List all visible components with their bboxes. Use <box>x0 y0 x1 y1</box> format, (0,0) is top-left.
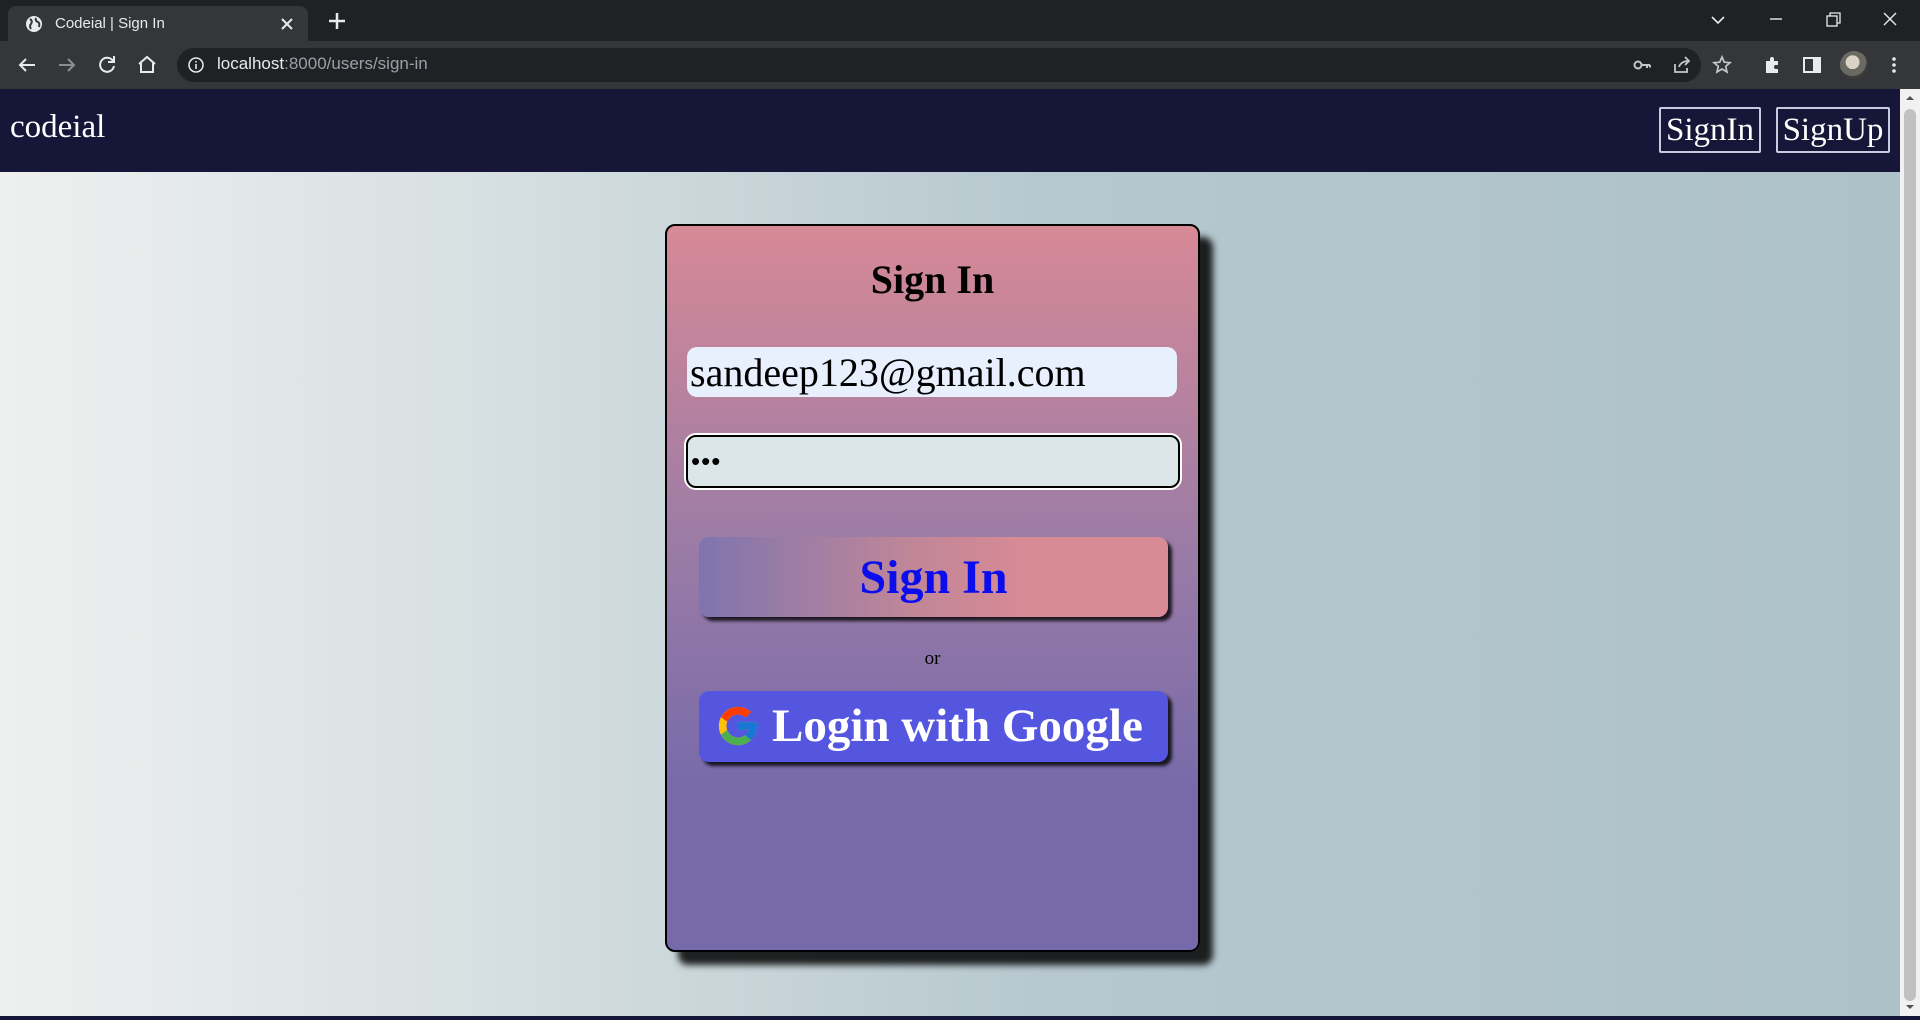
google-logo-icon <box>718 706 758 746</box>
password-field[interactable] <box>686 435 1180 488</box>
address-bar[interactable]: localhost:8000/users/sign-in <box>177 48 1701 82</box>
scroll-down-icon[interactable] <box>1905 1002 1915 1012</box>
site-header: codeial SignIn SignUp <box>0 89 1900 172</box>
menu-kebab-icon[interactable] <box>1882 53 1906 77</box>
url-text[interactable]: localhost:8000/users/sign-in <box>217 54 428 74</box>
form-title: Sign In <box>870 257 995 302</box>
page-viewport: codeial SignIn SignUp Sign In Sign In or… <box>0 89 1900 1016</box>
new-tab-icon[interactable] <box>324 10 350 32</box>
globe-icon <box>26 16 42 32</box>
extensions-icon[interactable] <box>1760 53 1784 77</box>
minimize-icon[interactable] <box>1758 6 1794 34</box>
back-icon[interactable] <box>15 53 39 77</box>
tab-search-icon[interactable] <box>1700 6 1736 34</box>
star-icon[interactable] <box>1710 53 1734 77</box>
password-key-icon[interactable] <box>1630 53 1654 77</box>
window-close-icon[interactable] <box>1872 6 1908 34</box>
home-icon[interactable] <box>135 53 159 77</box>
forward-icon[interactable] <box>55 53 79 77</box>
scrollbar-thumb[interactable] <box>1904 109 1916 1001</box>
nav-signup-button[interactable]: SignUp <box>1776 107 1890 153</box>
page-bottom-edge <box>0 1016 1920 1020</box>
or-divider-text: or <box>924 648 941 669</box>
share-icon[interactable] <box>1670 53 1694 77</box>
browser-tabstrip: Codeial | Sign In <box>0 0 1920 41</box>
browser-toolbar: localhost:8000/users/sign-in <box>0 41 1920 89</box>
google-login-button[interactable]: Login with Google <box>699 691 1168 762</box>
page-scrollbar[interactable] <box>1900 89 1920 1016</box>
tab-title: Codeial | Sign In <box>55 15 165 32</box>
google-login-label: Login with Google <box>772 700 1143 752</box>
close-icon[interactable] <box>278 15 296 33</box>
nav-signin-button[interactable]: SignIn <box>1659 107 1761 153</box>
restore-icon[interactable] <box>1815 6 1851 34</box>
brand-logo-text[interactable]: codeial <box>10 109 105 146</box>
profile-avatar[interactable] <box>1840 51 1868 79</box>
scroll-up-icon[interactable] <box>1905 93 1915 103</box>
browser-tab[interactable]: Codeial | Sign In <box>8 6 308 41</box>
email-field[interactable] <box>687 347 1177 397</box>
reload-icon[interactable] <box>95 53 119 77</box>
info-icon[interactable] <box>187 56 205 74</box>
signin-submit-button[interactable]: Sign In <box>699 537 1168 617</box>
signin-form-card: Sign In Sign In or Login with Google <box>665 224 1200 952</box>
side-panel-icon[interactable] <box>1800 53 1824 77</box>
